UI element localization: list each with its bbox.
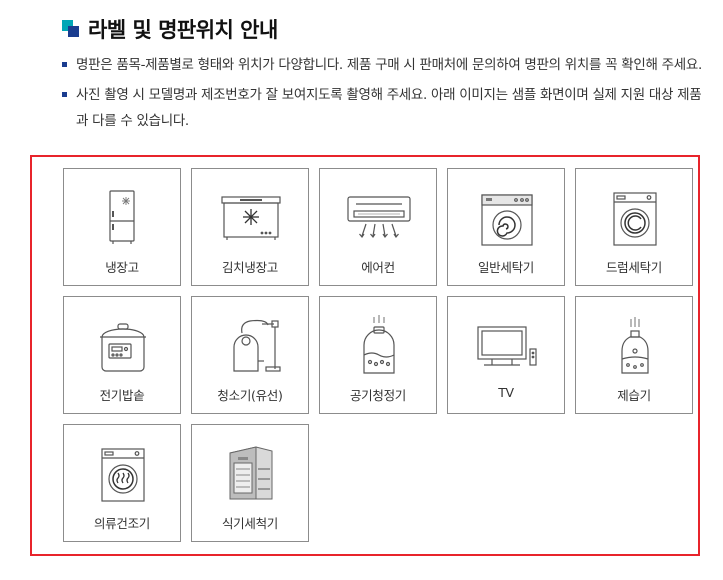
product-label: TV (498, 385, 514, 400)
product-selection-frame: 냉장고 김치냉장고 에어컨 일반세탁기 드럼세탁기 전기밥솥 청소기(유선) 공… (30, 155, 700, 556)
refrigerator-icon (109, 190, 135, 244)
product-label: 공기청정기 (349, 388, 406, 403)
kimchi-refrigerator-icon (221, 196, 281, 240)
air-purifier-icon (363, 315, 395, 374)
vacuum-cleaner-icon (233, 319, 281, 372)
dishwasher-icon (229, 446, 273, 500)
bullet-icon (62, 92, 67, 97)
notice-item: 명판은 품목-제품별로 형태와 위치가 다양합니다. 제품 구매 시 판매처에 … (62, 52, 702, 78)
product-card-washing-machine[interactable]: 일반세탁기 (447, 168, 565, 286)
product-label: 냉장고 (105, 260, 139, 275)
product-label: 청소기(유선) (217, 388, 283, 403)
air-conditioner-icon (347, 196, 411, 239)
washing-machine-icon (481, 194, 533, 246)
notice-text: 사진 촬영 시 모델명과 제조번호가 잘 보여지도록 촬영해 주세요. 아래 이… (76, 87, 702, 129)
product-card-air-purifier[interactable]: 공기청정기 (319, 296, 437, 414)
product-card-refrigerator[interactable]: 냉장고 (63, 168, 181, 286)
clothes-dryer-icon (101, 448, 145, 502)
product-label: 에어컨 (361, 260, 395, 275)
drum-washer-icon (613, 192, 657, 246)
product-label: 일반세탁기 (477, 260, 534, 275)
product-label: 전기밥솥 (99, 388, 145, 403)
section-header: 라벨 및 명판위치 안내 (62, 14, 278, 44)
rice-cooker-icon (100, 323, 146, 372)
product-card-air-conditioner[interactable]: 에어컨 (319, 168, 437, 286)
tv-icon (477, 326, 537, 366)
product-label: 제습기 (617, 388, 651, 403)
notice-item: 사진 촬영 시 모델명과 제조번호가 잘 보여지도록 촬영해 주세요. 아래 이… (62, 82, 702, 134)
product-card-kimchi-refrigerator[interactable]: 김치냉장고 (191, 168, 309, 286)
product-card-tv[interactable]: TV (447, 296, 565, 414)
title-mark-icon (62, 20, 80, 38)
product-card-clothes-dryer[interactable]: 의류건조기 (63, 424, 181, 542)
product-card-dishwasher[interactable]: 식기세척기 (191, 424, 309, 542)
product-label: 식기세척기 (221, 516, 278, 531)
product-label: 김치냉장고 (221, 260, 278, 275)
product-label: 드럼세탁기 (605, 260, 662, 275)
product-card-vacuum-cleaner[interactable]: 청소기(유선) (191, 296, 309, 414)
notice-list: 명판은 품목-제품별로 형태와 위치가 다양합니다. 제품 구매 시 판매처에 … (62, 52, 702, 138)
bullet-icon (62, 62, 67, 67)
product-label: 의류건조기 (93, 516, 150, 531)
page-title: 라벨 및 명판위치 안내 (88, 18, 278, 42)
product-card-drum-washer[interactable]: 드럼세탁기 (575, 168, 693, 286)
notice-text: 명판은 품목-제품별로 형태와 위치가 다양합니다. 제품 구매 시 판매처에 … (76, 57, 702, 73)
product-card-dehumidifier[interactable]: 제습기 (575, 296, 693, 414)
dehumidifier-icon (621, 317, 649, 374)
product-card-rice-cooker[interactable]: 전기밥솥 (63, 296, 181, 414)
